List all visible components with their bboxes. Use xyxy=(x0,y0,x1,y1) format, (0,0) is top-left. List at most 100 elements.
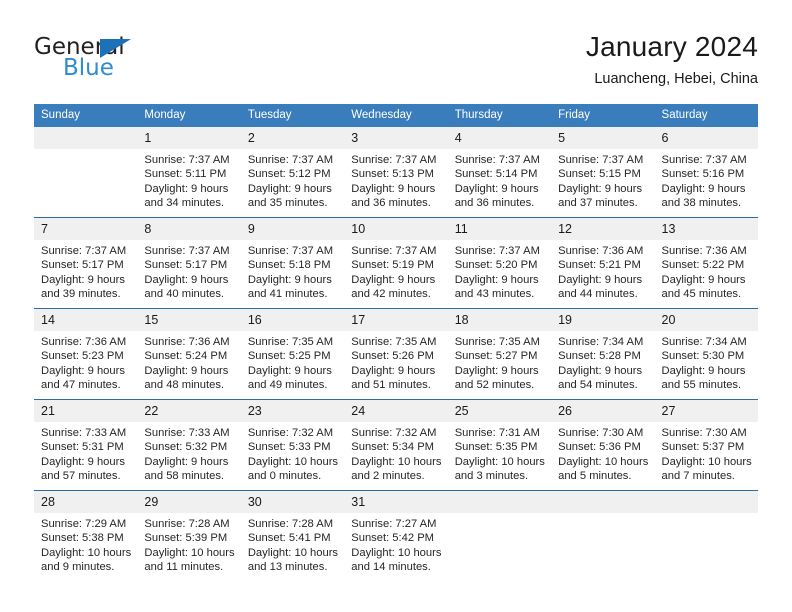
calendar-day-cell[interactable]: 16 Sunrise: 7:35 AM Sunset: 5:25 PM Dayligh… xyxy=(240,308,345,400)
calendar-day-cell[interactable]: 12 Sunrise: 7:36 AM Sunset: 5:21 PM Dayligh… xyxy=(551,217,655,309)
sunrise-text: Sunrise: 7:28 AM xyxy=(247,518,334,530)
daylight-text-line1: Daylight: 10 hours xyxy=(351,546,442,559)
calendar-week-row: 14 Sunrise: 7:36 AM Sunset: 5:23 PM Dayligh… xyxy=(34,308,758,400)
sunset-text: Sunset: 5:21 PM xyxy=(558,259,641,272)
day-number: 8 xyxy=(137,218,241,240)
daylight-text-line1: Daylight: 9 hours xyxy=(351,364,436,377)
daylight-text-line2: and 49 minutes. xyxy=(247,378,328,391)
calendar-day-cell[interactable]: 21 Sunrise: 7:33 AM Sunset: 5:31 PM Dayligh… xyxy=(34,399,138,491)
sunrise-text: Sunrise: 7:37 AM xyxy=(144,245,230,257)
sunset-text: Sunset: 5:18 PM xyxy=(247,259,331,272)
day-number xyxy=(551,491,655,513)
page-header: General Blue January 2024 Luancheng, Heb… xyxy=(34,30,758,92)
daylight-text-line1: Daylight: 9 hours xyxy=(144,364,229,377)
sunset-text: Sunset: 5:20 PM xyxy=(454,259,538,272)
sunrise-text: Sunrise: 7:37 AM xyxy=(454,245,540,257)
calendar-table: Sunday Monday Tuesday Wednesday Thursday… xyxy=(34,104,758,581)
sunset-text: Sunset: 5:41 PM xyxy=(247,532,331,545)
calendar-day-cell[interactable]: 30 Sunrise: 7:28 AM Sunset: 5:41 PM Dayligh… xyxy=(240,490,345,581)
sunrise-text: Sunrise: 7:28 AM xyxy=(144,518,230,530)
calendar-day-cell[interactable]: 25 Sunrise: 7:31 AM Sunset: 5:35 PM Dayligh… xyxy=(447,399,552,491)
calendar-day-cell[interactable]: 18 Sunrise: 7:35 AM Sunset: 5:27 PM Dayligh… xyxy=(447,308,552,400)
sunset-text: Sunset: 5:27 PM xyxy=(454,350,538,363)
daylight-text-line1: Daylight: 9 hours xyxy=(661,364,746,377)
day-number xyxy=(447,491,552,513)
daylight-text-line2: and 35 minutes. xyxy=(247,196,328,209)
calendar-day-cell[interactable]: 15 Sunrise: 7:36 AM Sunset: 5:24 PM Dayligh… xyxy=(137,308,241,400)
brand-logo[interactable]: General Blue xyxy=(34,34,184,90)
calendar-day-cell[interactable]: 24 Sunrise: 7:32 AM Sunset: 5:34 PM Dayligh… xyxy=(344,399,448,491)
calendar-day-cell[interactable]: 14 Sunrise: 7:36 AM Sunset: 5:23 PM Dayligh… xyxy=(34,308,138,400)
day-number: 20 xyxy=(654,309,758,331)
calendar-day-cell[interactable]: 3 Sunrise: 7:37 AM Sunset: 5:13 PM Daylight… xyxy=(344,127,448,218)
calendar-day-cell[interactable]: 26 Sunrise: 7:30 AM Sunset: 5:36 PM Dayligh… xyxy=(551,399,655,491)
calendar-day-cell[interactable]: 23 Sunrise: 7:32 AM Sunset: 5:33 PM Dayligh… xyxy=(240,399,345,491)
sunrise-text: Sunrise: 7:36 AM xyxy=(661,245,747,257)
daylight-text-line2: and 34 minutes. xyxy=(144,196,225,209)
sunrise-text: Sunrise: 7:36 AM xyxy=(558,245,644,257)
day-number: 23 xyxy=(240,400,345,422)
sunset-text: Sunset: 5:33 PM xyxy=(247,441,331,454)
daylight-text-line2: and 44 minutes. xyxy=(558,287,638,300)
calendar-day-cell[interactable]: 4 Sunrise: 7:37 AM Sunset: 5:14 PM Daylight… xyxy=(447,127,552,218)
sunrise-text: Sunrise: 7:37 AM xyxy=(247,154,334,166)
sunrise-text: Sunrise: 7:36 AM xyxy=(41,336,127,348)
calendar-day-cell[interactable]: 6 Sunrise: 7:37 AM Sunset: 5:16 PM Daylight… xyxy=(654,127,758,218)
sunrise-text: Sunrise: 7:30 AM xyxy=(558,427,644,439)
day-number: 3 xyxy=(344,127,448,149)
daylight-text-line2: and 39 minutes. xyxy=(41,287,121,300)
calendar-day-cell[interactable]: 5 Sunrise: 7:37 AM Sunset: 5:15 PM Daylight… xyxy=(551,127,655,218)
daylight-text-line2: and 55 minutes. xyxy=(661,378,742,391)
day-details: Sunrise: 7:27 AM Sunset: 5:42 PM Daylight:… xyxy=(344,513,447,574)
calendar-day-cell[interactable]: 10 Sunrise: 7:37 AM Sunset: 5:19 PM Dayligh… xyxy=(344,217,448,309)
day-number: 2 xyxy=(240,127,345,149)
daylight-text-line1: Daylight: 9 hours xyxy=(558,182,643,195)
day-number: 12 xyxy=(551,218,655,240)
calendar-header-row: Sunday Monday Tuesday Wednesday Thursday… xyxy=(34,104,758,127)
calendar-day-cell[interactable]: 13 Sunrise: 7:36 AM Sunset: 5:22 PM Dayligh… xyxy=(654,217,758,309)
day-details: Sunrise: 7:35 AM Sunset: 5:25 PM Daylight:… xyxy=(241,331,344,392)
daylight-text-line2: and 52 minutes. xyxy=(454,378,535,391)
calendar-day-cell[interactable]: 29 Sunrise: 7:28 AM Sunset: 5:39 PM Dayligh… xyxy=(137,490,241,581)
weekday-header-thursday: Thursday xyxy=(447,104,552,127)
calendar-day-cell[interactable]: 1 Sunrise: 7:37 AM Sunset: 5:11 PM Daylight… xyxy=(137,127,241,218)
daylight-text-line2: and 42 minutes. xyxy=(351,287,431,300)
calendar-page: General Blue January 2024 Luancheng, Heb… xyxy=(0,0,792,612)
daylight-text-line1: Daylight: 9 hours xyxy=(558,273,643,286)
day-details: Sunrise: 7:37 AM Sunset: 5:19 PM Daylight:… xyxy=(344,240,447,301)
calendar-day-cell[interactable]: 28 Sunrise: 7:29 AM Sunset: 5:38 PM Dayligh… xyxy=(34,490,138,581)
calendar-week-row: 21 Sunrise: 7:33 AM Sunset: 5:31 PM Dayligh… xyxy=(34,399,758,491)
calendar-day-cell[interactable]: 27 Sunrise: 7:30 AM Sunset: 5:37 PM Dayligh… xyxy=(654,399,758,491)
calendar-day-cell[interactable]: 2 Sunrise: 7:37 AM Sunset: 5:12 PM Daylight… xyxy=(240,127,345,218)
day-number: 11 xyxy=(447,218,552,240)
day-number: 13 xyxy=(654,218,758,240)
daylight-text-line1: Daylight: 9 hours xyxy=(41,364,125,377)
sunrise-text: Sunrise: 7:33 AM xyxy=(144,427,230,439)
sunset-text: Sunset: 5:34 PM xyxy=(351,441,434,454)
daylight-text-line1: Daylight: 9 hours xyxy=(41,455,125,468)
sunset-text: Sunset: 5:24 PM xyxy=(144,350,228,363)
calendar-day-cell[interactable]: 20 Sunrise: 7:34 AM Sunset: 5:30 PM Dayligh… xyxy=(654,308,758,400)
daylight-text-line1: Daylight: 9 hours xyxy=(454,273,539,286)
day-details: Sunrise: 7:37 AM Sunset: 5:17 PM Daylight:… xyxy=(137,240,240,301)
sunrise-text: Sunrise: 7:37 AM xyxy=(351,154,437,166)
calendar-day-cell[interactable]: 7 Sunrise: 7:37 AM Sunset: 5:17 PM Daylight… xyxy=(34,217,138,309)
daylight-text-line2: and 47 minutes. xyxy=(41,378,121,391)
daylight-text-line1: Daylight: 9 hours xyxy=(247,182,332,195)
calendar-day-cell[interactable]: 17 Sunrise: 7:35 AM Sunset: 5:26 PM Dayligh… xyxy=(344,308,448,400)
calendar-day-cell[interactable]: 8 Sunrise: 7:37 AM Sunset: 5:17 PM Daylight… xyxy=(137,217,241,309)
sunrise-text: Sunrise: 7:37 AM xyxy=(41,245,127,257)
sunrise-text: Sunrise: 7:35 AM xyxy=(351,336,437,348)
calendar-day-cell[interactable]: 22 Sunrise: 7:33 AM Sunset: 5:32 PM Dayligh… xyxy=(137,399,241,491)
calendar-day-cell[interactable]: 9 Sunrise: 7:37 AM Sunset: 5:18 PM Daylight… xyxy=(240,217,345,309)
daylight-text-line2: and 51 minutes. xyxy=(351,378,431,391)
sunrise-text: Sunrise: 7:27 AM xyxy=(351,518,437,530)
calendar-day-cell[interactable]: 11 Sunrise: 7:37 AM Sunset: 5:20 PM Dayligh… xyxy=(447,217,552,309)
sunset-text: Sunset: 5:30 PM xyxy=(661,350,745,363)
calendar-day-cell[interactable]: 31 Sunrise: 7:27 AM Sunset: 5:42 PM Dayligh… xyxy=(344,490,448,581)
daylight-text-line1: Daylight: 9 hours xyxy=(661,182,746,195)
daylight-text-line2: and 57 minutes. xyxy=(41,469,121,482)
daylight-text-line1: Daylight: 9 hours xyxy=(661,273,746,286)
calendar-day-cell[interactable]: 19 Sunrise: 7:34 AM Sunset: 5:28 PM Dayligh… xyxy=(551,308,655,400)
daylight-text-line1: Daylight: 10 hours xyxy=(247,455,339,468)
